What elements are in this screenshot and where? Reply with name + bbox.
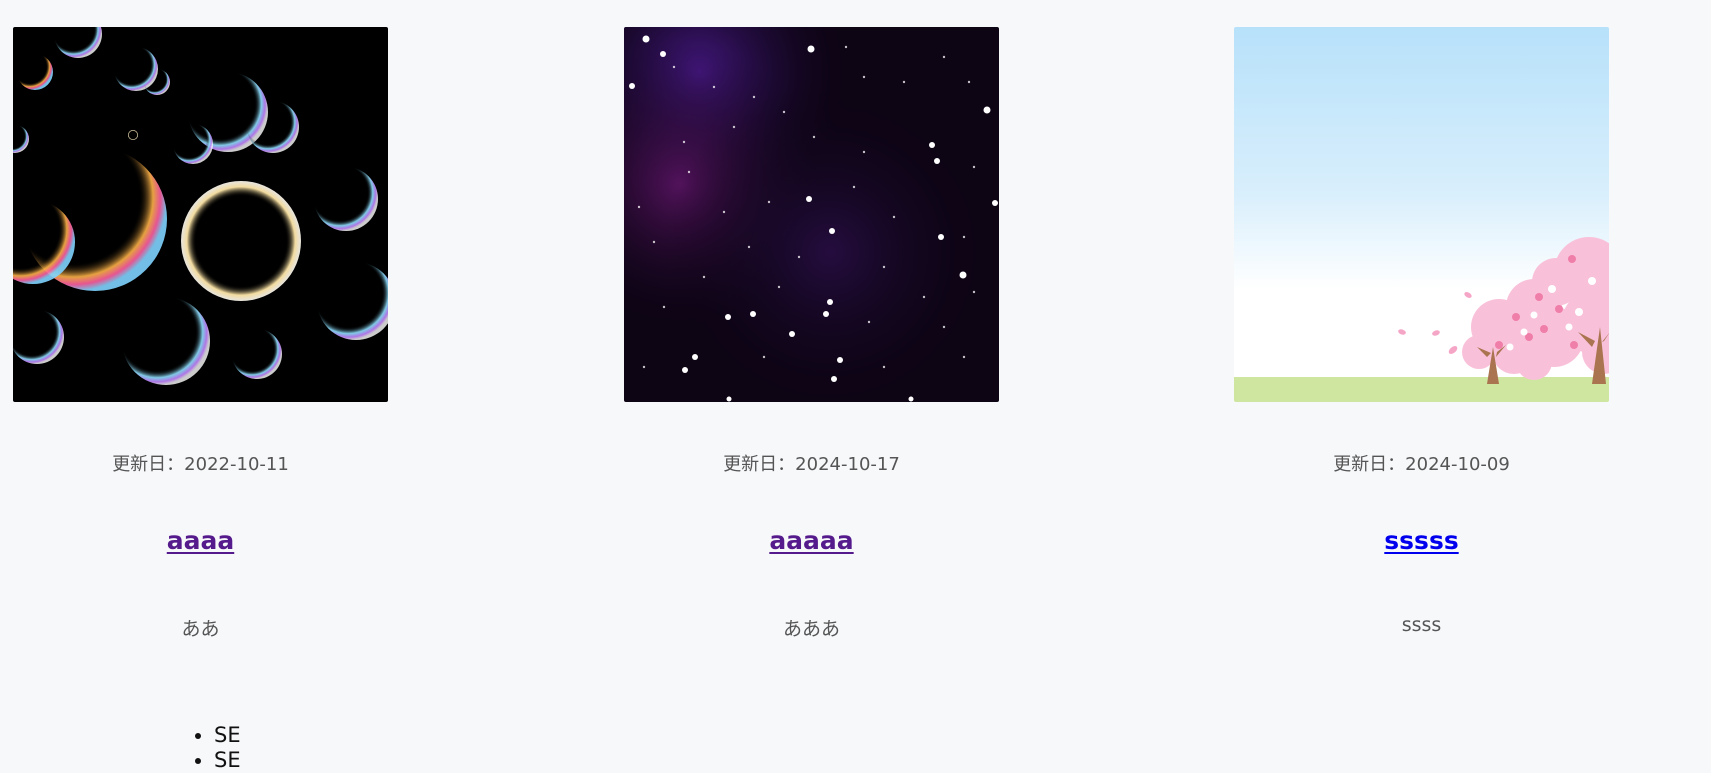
update-date: 更新日：2022-10-11 bbox=[112, 454, 289, 475]
cherry-blossom-tree-graphic bbox=[1234, 27, 1609, 402]
article-title: aaaa bbox=[13, 526, 388, 555]
article-card-2: 更新日：2024-10-17 aaaaa あああ bbox=[624, 27, 999, 640]
soap-bubbles-image[interactable] bbox=[13, 27, 388, 402]
update-date: 更新日：2024-10-17 bbox=[723, 454, 900, 475]
article-description: ssss bbox=[1401, 614, 1442, 636]
article-card-3: 更新日：2024-10-09 sssss ssss bbox=[1234, 27, 1609, 636]
tag-item: SE bbox=[214, 748, 241, 773]
tag-item: SE bbox=[214, 723, 241, 748]
article-title-link[interactable]: aaaa bbox=[167, 526, 234, 555]
article-title: aaaaa bbox=[624, 526, 999, 555]
article-description: ああ bbox=[181, 618, 220, 640]
soap-bubbles-graphic bbox=[13, 27, 388, 402]
article-card-1: 更新日：2022-10-11 aaaa ああ bbox=[13, 27, 388, 640]
cherry-blossom-tree-image[interactable] bbox=[1234, 27, 1609, 402]
night-starry-sky-graphic bbox=[624, 27, 999, 402]
article-title-link[interactable]: sssss bbox=[1384, 526, 1458, 555]
article-description: あああ bbox=[782, 618, 840, 640]
article-title: sssss bbox=[1234, 526, 1609, 555]
night-starry-sky-image[interactable] bbox=[624, 27, 999, 402]
article-title-link[interactable]: aaaaa bbox=[769, 526, 853, 555]
update-date: 更新日：2024-10-09 bbox=[1333, 454, 1510, 475]
